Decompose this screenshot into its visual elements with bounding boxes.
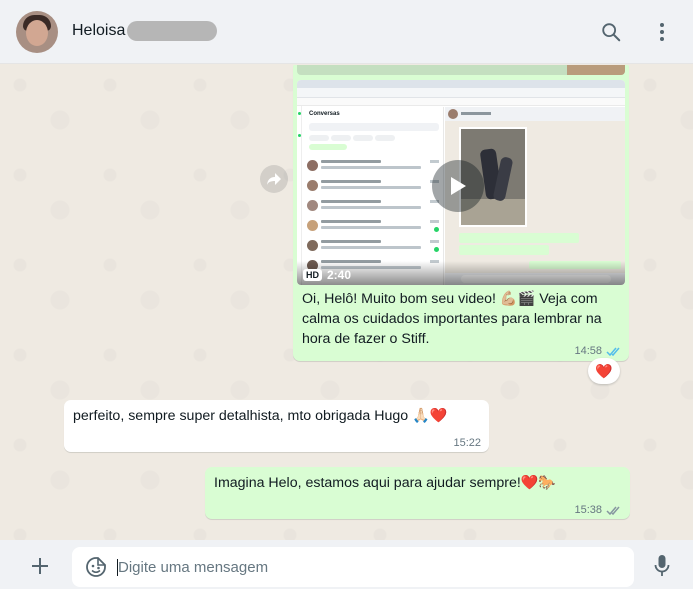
search-button[interactable] [597, 18, 625, 46]
message-time: 15:38 [574, 504, 602, 516]
forward-button[interactable] [260, 165, 288, 193]
message-bubble-outgoing[interactable]: Conversas HD 2:40 Oi, Helô! Muito bom se… [293, 65, 629, 361]
message-bubble-outgoing[interactable]: Imagina Helo, estamos aqui para ajudar s… [205, 467, 630, 519]
video-message[interactable]: Conversas HD 2:40 [297, 80, 625, 285]
message-input[interactable] [118, 555, 618, 579]
heart-reaction-icon: ❤️ [595, 362, 613, 379]
message-time: 14:58 [574, 345, 602, 357]
contact-name[interactable]: Heloisa [72, 22, 125, 40]
message-meta: 15:38 [574, 504, 622, 516]
microphone-icon [654, 555, 670, 576]
voice-message-button[interactable] [649, 553, 675, 579]
message-bubble-incoming[interactable]: perfeito, sempre super detalhista, mto o… [64, 400, 489, 452]
kebab-menu-icon [660, 23, 664, 41]
message-text: Oi, Helô! Muito bom seu video! 💪🏼🎬 Veja … [302, 289, 624, 349]
search-icon [602, 23, 621, 42]
message-text: Imagina Helo, estamos aqui para ajudar s… [214, 475, 557, 491]
message-meta: 15:22 [453, 437, 481, 449]
delivered-ticks-icon [606, 506, 620, 515]
attach-button[interactable] [27, 553, 53, 579]
chat-header: Heloisa [0, 0, 693, 64]
read-ticks-icon [606, 347, 620, 356]
play-button[interactable] [432, 160, 484, 212]
message-meta: 14:58 [574, 345, 622, 357]
redacted-surname [127, 21, 217, 41]
message-time: 15:22 [453, 437, 481, 449]
forward-icon [267, 173, 281, 185]
hd-badge: HD [303, 269, 322, 281]
message-text-line: calma os cuidados importantes para lembr… [302, 311, 602, 327]
message-text-line: Oi, Helô! Muito bom seu video! 💪🏼🎬 Veja … [302, 291, 598, 307]
message-reaction[interactable]: ❤️ [588, 358, 620, 384]
plus-icon [32, 558, 48, 574]
chat-area[interactable]: Conversas HD 2:40 Oi, Helô! Muito bom se… [0, 65, 693, 540]
contact-avatar[interactable] [16, 11, 58, 53]
menu-button[interactable] [648, 18, 676, 46]
composer-bar [0, 540, 693, 589]
emoji-icon [86, 557, 106, 577]
message-text: perfeito, sempre super detalhista, mto o… [73, 408, 448, 424]
play-icon [451, 177, 466, 195]
emoji-button[interactable] [83, 554, 109, 580]
previous-media-strip [297, 65, 625, 75]
message-input-box[interactable] [72, 547, 634, 587]
video-duration: 2:40 [327, 268, 352, 282]
